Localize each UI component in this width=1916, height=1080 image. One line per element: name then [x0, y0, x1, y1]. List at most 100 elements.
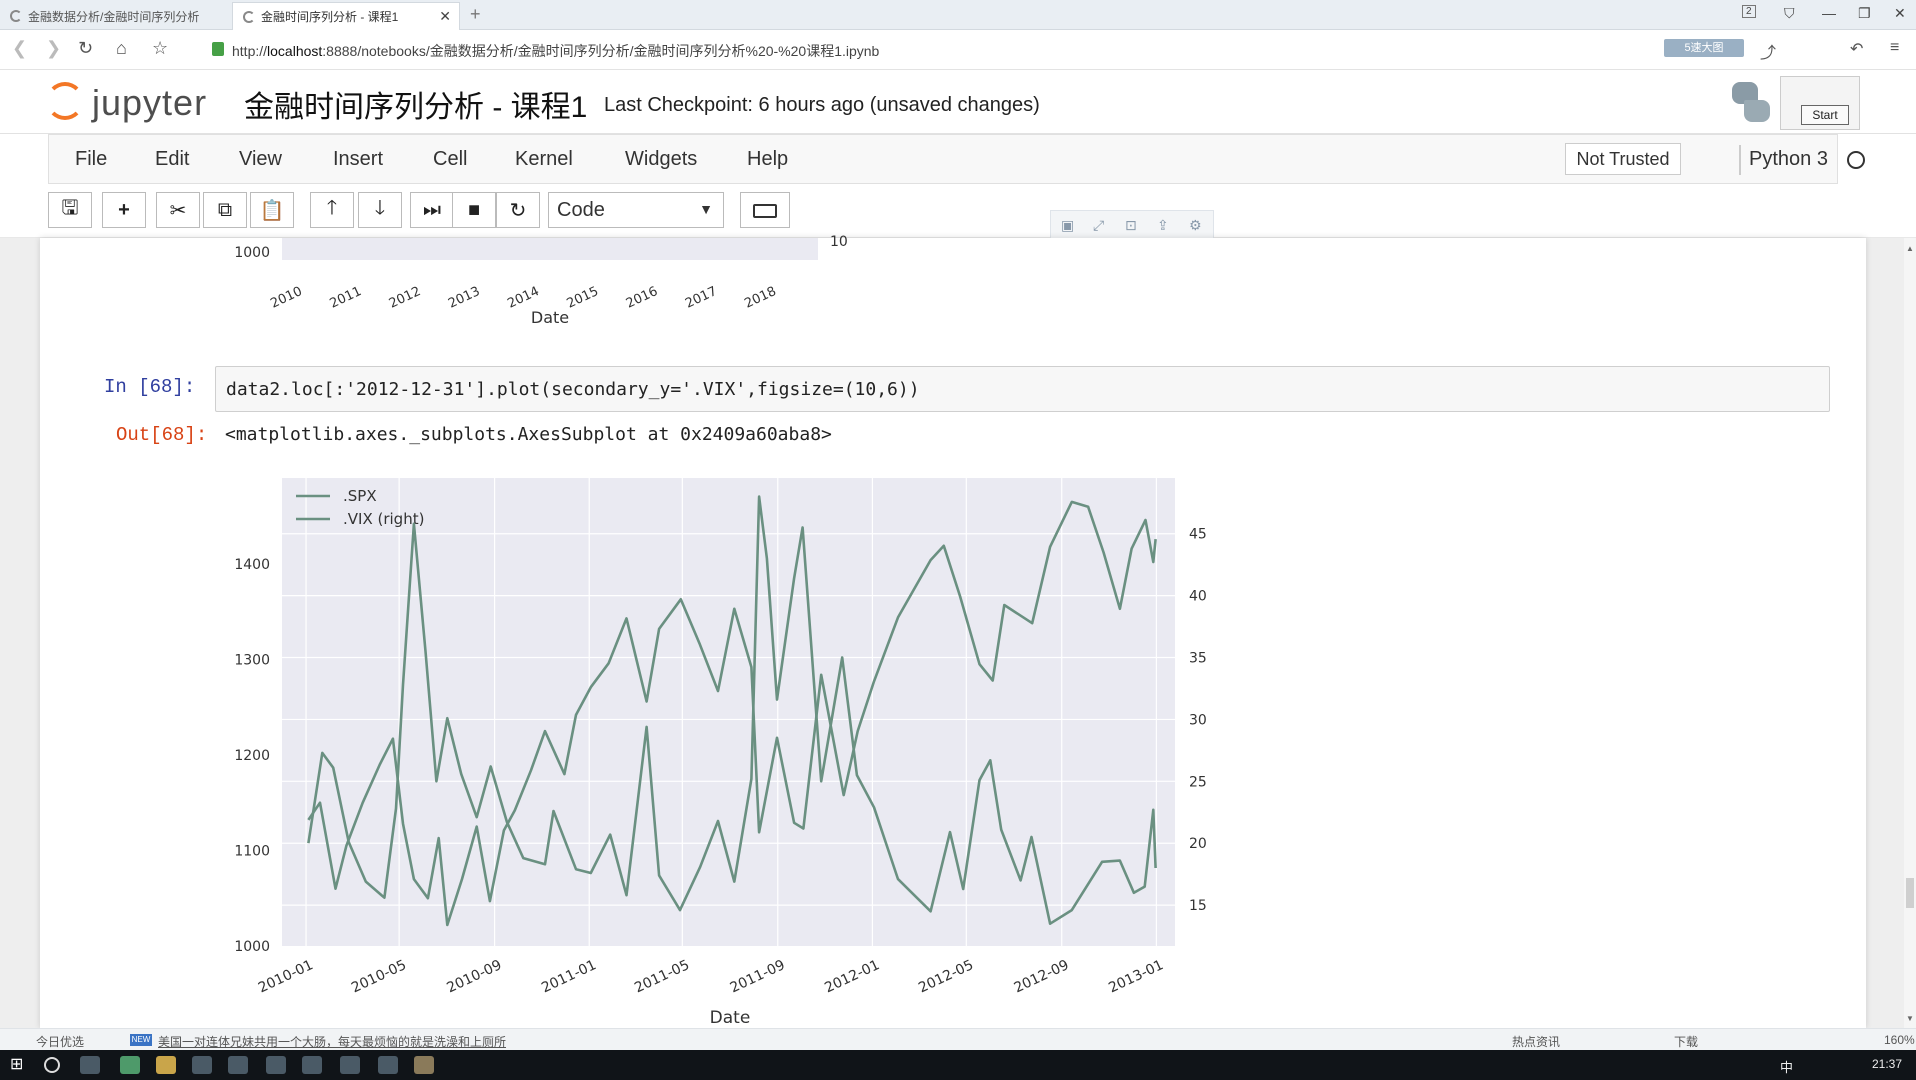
x-tick-label: 2011-01	[539, 957, 599, 996]
news-badge: NEW	[130, 1034, 152, 1046]
run-icon[interactable]: ⏭	[410, 192, 454, 228]
prev-x-tick-label: 2017	[683, 284, 719, 312]
scrollbar-thumb[interactable]	[1906, 878, 1914, 908]
search-icon[interactable]	[44, 1057, 60, 1073]
task-view-icon[interactable]	[80, 1056, 100, 1074]
os-taskbar: ⊞ 中 21:37	[0, 1050, 1916, 1080]
scroll-up-icon[interactable]: ▲	[1906, 244, 1914, 253]
today-picks-label[interactable]: 今日优选	[36, 1033, 84, 1050]
app-icon-8[interactable]	[378, 1056, 398, 1074]
app-icon-6[interactable]	[302, 1056, 322, 1074]
close-tab-icon[interactable]: ✕	[439, 8, 451, 25]
start-button[interactable]: Start	[1801, 105, 1849, 125]
trust-button[interactable]: Not Trusted	[1565, 143, 1681, 175]
minimize-icon[interactable]: —	[1822, 5, 1836, 21]
site-security-icon[interactable]	[212, 42, 224, 56]
loading-icon	[10, 10, 22, 22]
browser-tab-2-active[interactable]: 金融时间序列分析 - 课程1 ✕	[232, 2, 460, 30]
menu-file[interactable]: File	[75, 148, 107, 171]
app-icon-3[interactable]	[192, 1056, 212, 1074]
browser-tab-bar: 金融数据分析/金融时间序列分析 金融时间序列分析 - 课程1 ✕ + 2 ⛉ —…	[0, 0, 1916, 30]
browser-app-icon[interactable]	[120, 1056, 140, 1074]
app-icon-5[interactable]	[266, 1056, 286, 1074]
browser-tab-1[interactable]: 金融数据分析/金融时间序列分析	[0, 2, 232, 30]
cell-type-select[interactable]: Code ▼	[548, 192, 724, 228]
forward-icon[interactable]: ❯	[46, 38, 61, 59]
prev-x-tick-label: 2018	[742, 284, 778, 312]
insert-cell-icon[interactable]: +	[102, 192, 146, 228]
copy-icon[interactable]: ⧉	[203, 192, 247, 228]
menu-insert[interactable]: Insert	[333, 148, 383, 171]
close-window-icon[interactable]: ✕	[1894, 5, 1906, 22]
kernel-name[interactable]: Python 3	[1749, 148, 1828, 171]
menu-widgets[interactable]: Widgets	[625, 148, 697, 171]
legend-label-spx: .SPX	[343, 487, 377, 505]
back-icon[interactable]: ❮	[12, 38, 27, 59]
url-field[interactable]: http://localhost:8888/notebooks/金融数据分析/金…	[232, 41, 879, 61]
x-tick-label: 2012-05	[916, 957, 976, 996]
chevron-down-icon: ▼	[699, 201, 713, 217]
cut-icon[interactable]: ✂	[156, 192, 200, 228]
menu-view[interactable]: View	[239, 148, 282, 171]
address-bar: ❮ ❯ ↻ ⌂ ☆ http://localhost:8888/notebook…	[0, 30, 1916, 70]
save-icon[interactable]: 🖫	[48, 192, 92, 228]
settings-gear-icon[interactable]: ⚙	[1189, 217, 1202, 234]
hot-news-label[interactable]: 热点资讯	[1512, 1033, 1560, 1050]
jupyter-logo-text: jupyter	[92, 82, 208, 123]
prev-x-tick-label: 2015	[565, 284, 601, 312]
y-right-tick-label: 25	[1189, 774, 1207, 790]
interrupt-icon[interactable]: ■	[452, 192, 496, 228]
export-icon[interactable]: ⇪	[1157, 217, 1169, 234]
menu-bar: File Edit View Insert Cell Kernel Widget…	[48, 134, 1865, 184]
ime-indicator[interactable]: 中	[1780, 1057, 1793, 1076]
tab-count-badge[interactable]: 2	[1742, 5, 1756, 18]
menu-icon[interactable]: ≡	[1890, 39, 1899, 57]
code-cell[interactable]: data2.loc[:'2012-12-31'].plot(secondary_…	[215, 366, 1830, 412]
scroll-down-icon[interactable]: ▼	[1906, 1014, 1914, 1023]
notebook-title[interactable]: 金融时间序列分析 - 课程1	[244, 82, 587, 126]
restore-icon[interactable]: ❐	[1858, 5, 1871, 22]
expand-icon[interactable]: ⤢	[1093, 217, 1104, 234]
file-explorer-icon[interactable]	[156, 1056, 176, 1074]
move-up-icon[interactable]: 🡑	[310, 192, 354, 228]
page-zoom-level[interactable]: 160%	[1884, 1033, 1915, 1047]
app-icon-4[interactable]	[228, 1056, 248, 1074]
clip-icon[interactable]: ▣	[1061, 217, 1074, 234]
windows-start-icon[interactable]: ⊞	[10, 1054, 30, 1073]
move-down-icon[interactable]: 🡓	[358, 192, 402, 228]
notebook-toolbar: 🖫 + ✂ ⧉ 📋 🡑 🡓 ⏭ ■ ↻ Code ▼	[0, 186, 1916, 238]
home-icon[interactable]: ⌂	[116, 38, 127, 59]
code-text[interactable]: data2.loc[:'2012-12-31'].plot(secondary_…	[226, 379, 920, 400]
undo-icon[interactable]: ↶	[1850, 39, 1863, 59]
app-icon-9[interactable]	[414, 1056, 434, 1074]
url-host: localhost	[267, 43, 323, 59]
prev-y-tick: 1000	[234, 245, 270, 261]
zoom-badge[interactable]: 5速大图	[1664, 39, 1744, 57]
browser-tab-title: 金融数据分析/金融时间序列分析	[28, 9, 200, 24]
y-right-tick-label: 15	[1189, 898, 1207, 914]
kernel-divider	[1739, 145, 1741, 175]
clock: 21:37	[1871, 1057, 1902, 1071]
share-icon[interactable]: ⤴	[1760, 39, 1776, 63]
download-label[interactable]: 下载	[1674, 1033, 1698, 1050]
scrollbar[interactable]: ▲ ▼	[1904, 238, 1916, 1028]
reload-icon[interactable]: ↻	[78, 38, 93, 59]
new-tab-icon[interactable]: +	[470, 4, 481, 25]
bookmark-star-icon[interactable]: ☆	[152, 38, 168, 59]
keyboard-shortcuts-icon[interactable]	[740, 192, 790, 228]
menu-kernel[interactable]: Kernel	[515, 148, 573, 171]
floating-tools: ▣ ⤢ ⊡ ⇪ ⚙	[1050, 210, 1214, 240]
menu-cell[interactable]: Cell	[433, 148, 467, 171]
paste-icon[interactable]: 📋	[250, 192, 294, 228]
app-icon-7[interactable]	[340, 1056, 360, 1074]
jupyter-logo-icon	[46, 82, 84, 120]
menu-edit[interactable]: Edit	[155, 148, 189, 171]
jupyter-logo[interactable]: jupyter	[46, 80, 216, 124]
prev-plot-area	[282, 238, 818, 260]
screenshot-icon[interactable]: ⊡	[1125, 217, 1137, 234]
menu-help[interactable]: Help	[747, 148, 788, 171]
news-link[interactable]: 美国一对连体兄妹共用一个大肠，每天最烦恼的就是洗澡和上厕所	[158, 1033, 506, 1050]
restart-icon[interactable]: ↻	[496, 192, 540, 228]
x-axis-label: Date	[710, 1008, 751, 1028]
shirt-icon[interactable]: ⛉	[1784, 5, 1795, 22]
